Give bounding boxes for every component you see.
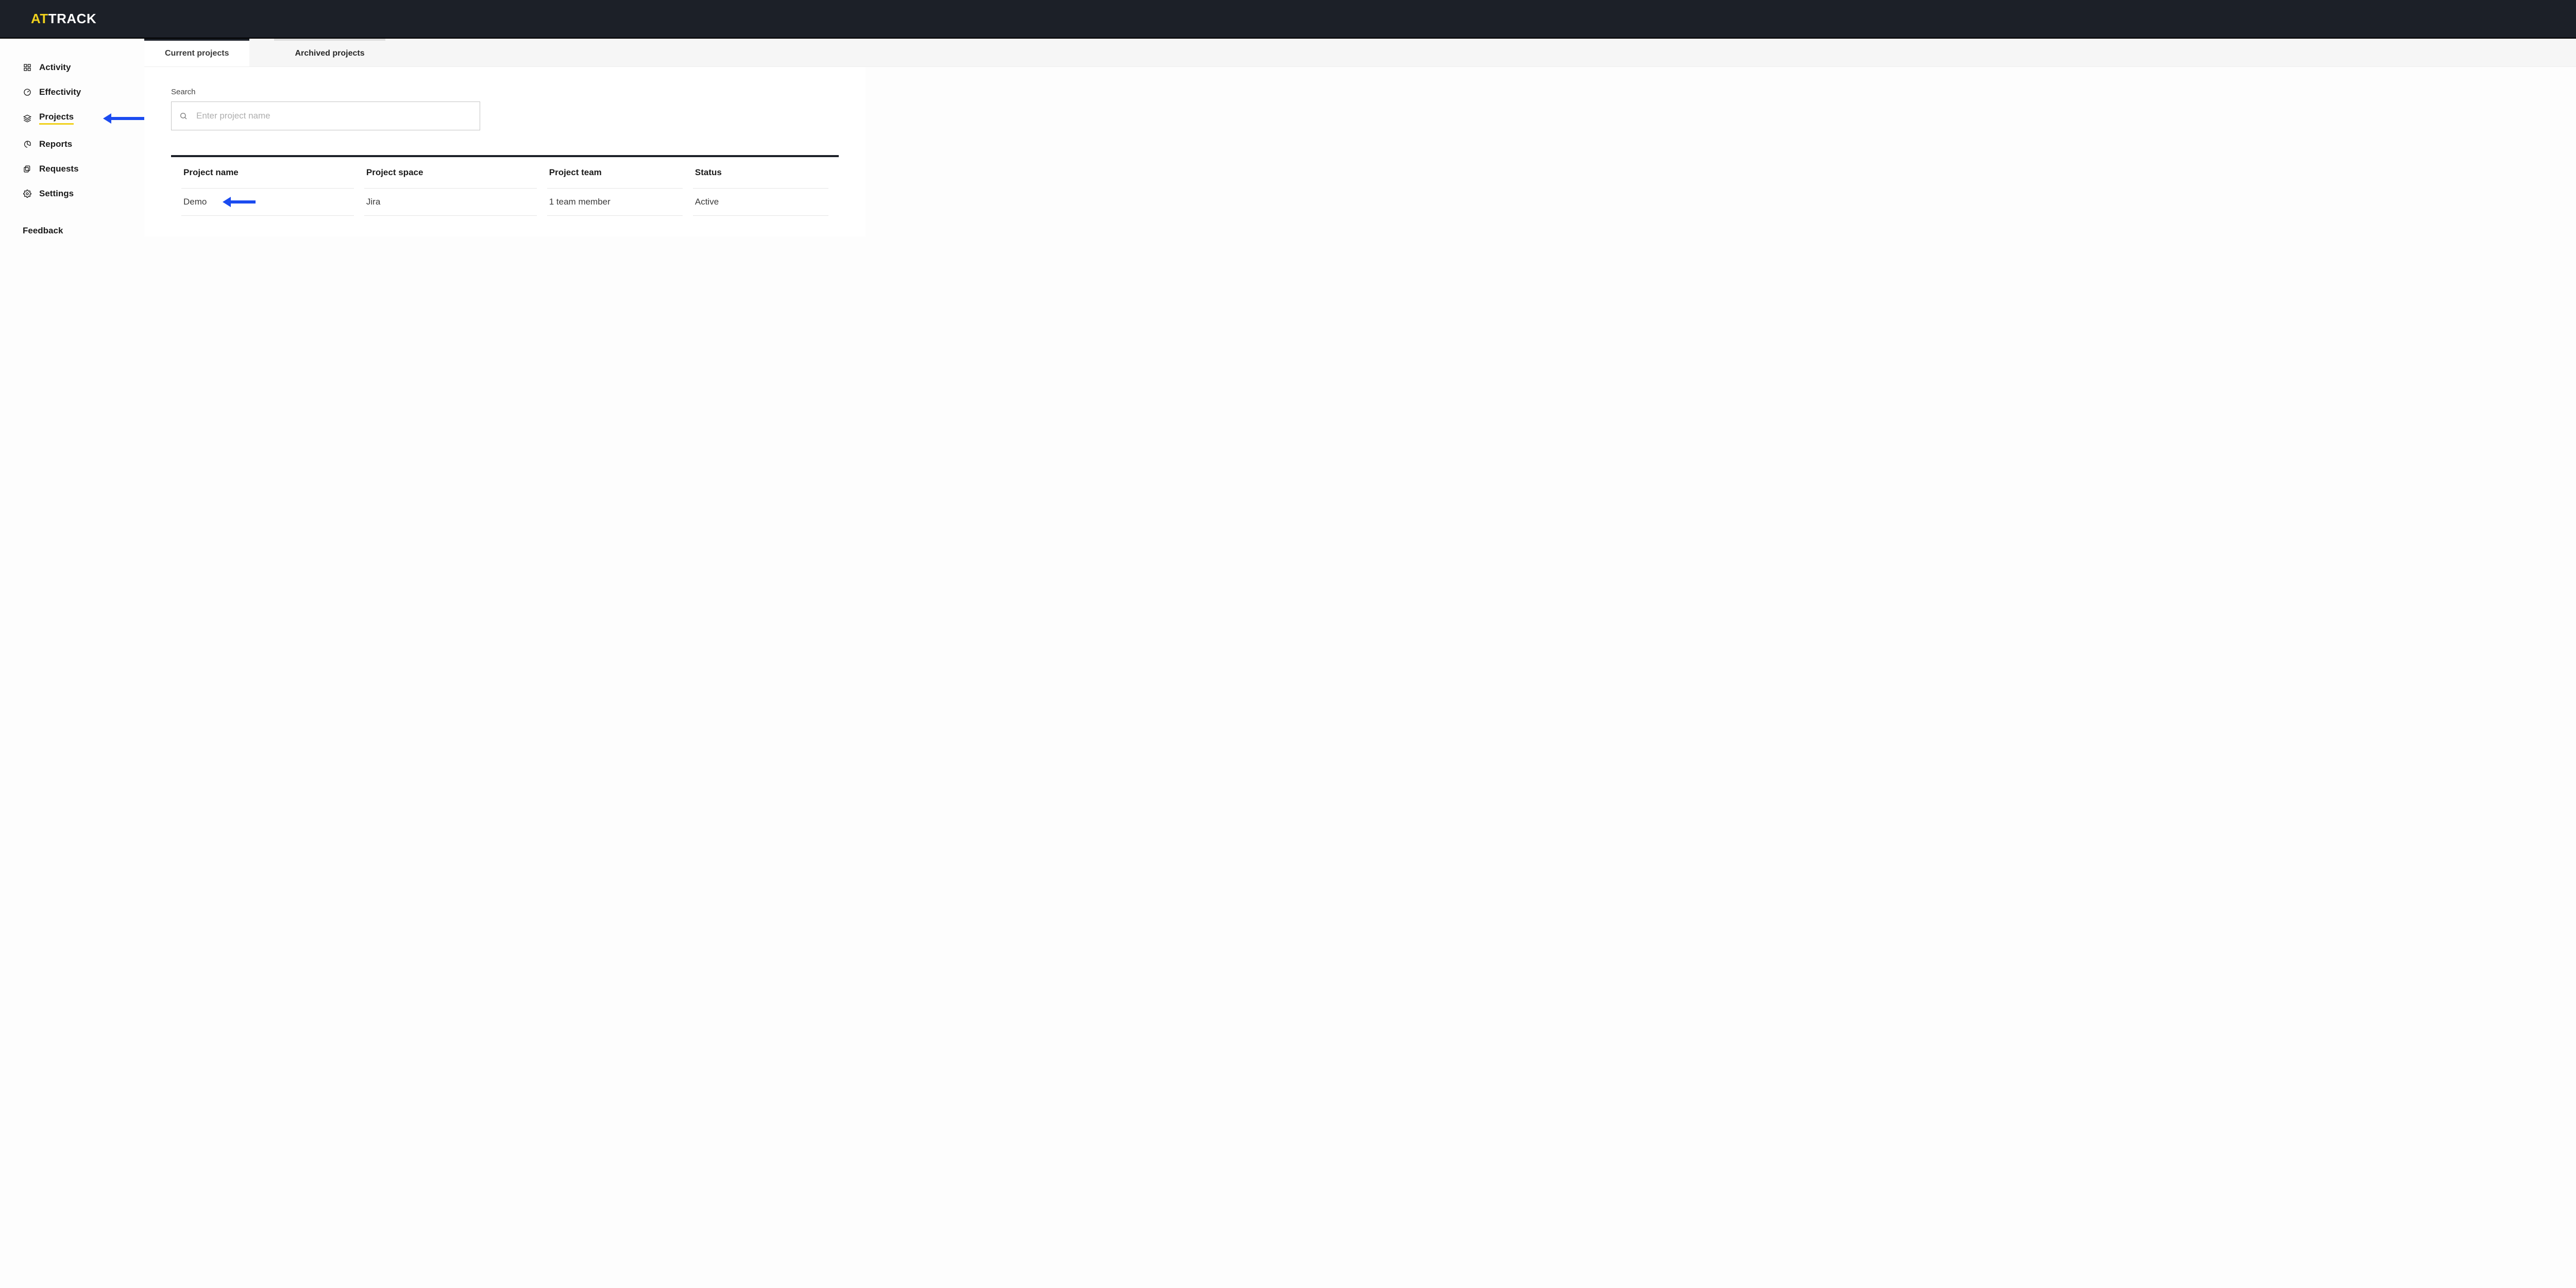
column-header-space: Project space	[364, 157, 537, 189]
annotation-arrow	[223, 197, 256, 207]
tab-current-projects[interactable]: Current projects	[144, 39, 249, 66]
project-status: Active	[693, 189, 828, 216]
logo-highlight: AT	[31, 11, 48, 26]
search-icon	[179, 112, 188, 120]
tab-label: Archived projects	[295, 49, 364, 58]
nav-label: Feedback	[23, 226, 63, 235]
main: Current projects Archived projects Searc…	[144, 39, 2576, 1288]
nav-label: Reports	[39, 139, 72, 149]
gauge-icon	[23, 88, 32, 97]
sidebar-item-settings[interactable]: Settings	[16, 181, 144, 206]
nav-label: Effectivity	[39, 87, 81, 97]
project-name: Demo	[183, 197, 207, 207]
tab-label: Current projects	[165, 49, 229, 58]
column-header-name: Project name	[181, 157, 354, 189]
gear-icon	[23, 189, 32, 198]
search-input[interactable]	[171, 101, 480, 130]
sidebar-item-reports[interactable]: Reports	[16, 132, 144, 157]
project-space: Jira	[364, 189, 537, 216]
request-icon	[23, 164, 32, 174]
column-header-team: Project team	[547, 157, 683, 189]
nav-label: Activity	[39, 62, 71, 73]
pie-chart-icon	[23, 140, 32, 149]
sidebar: Activity Effectivity Projects Reports	[0, 39, 144, 1288]
nav-label: Requests	[39, 164, 79, 174]
sidebar-item-requests[interactable]: Requests	[16, 157, 144, 181]
page-body: Activity Effectivity Projects Reports	[0, 39, 2576, 1288]
project-team: 1 team member	[547, 189, 683, 216]
projects-table: Project name Project space Project team …	[171, 155, 839, 216]
sidebar-item-feedback[interactable]: Feedback	[16, 218, 144, 243]
header: ATTRACK	[0, 0, 2576, 39]
sidebar-item-activity[interactable]: Activity	[16, 55, 144, 80]
tab-archived-projects[interactable]: Archived projects	[274, 39, 385, 66]
column-header-status: Status	[693, 157, 828, 189]
content: Search Project name Project space Projec…	[144, 67, 866, 236]
sidebar-item-effectivity[interactable]: Effectivity	[16, 80, 144, 105]
sidebar-item-projects[interactable]: Projects	[16, 105, 144, 132]
logo-text: TRACK	[48, 11, 97, 26]
nav-label: Projects	[39, 112, 74, 125]
layers-icon	[23, 114, 32, 123]
nav-label: Settings	[39, 189, 74, 199]
search-label: Search	[171, 88, 839, 96]
tabs: Current projects Archived projects	[144, 39, 2576, 67]
annotation-arrow	[103, 113, 144, 124]
logo: ATTRACK	[31, 11, 96, 27]
search-box	[171, 101, 480, 130]
grid-icon	[23, 63, 32, 72]
table-row[interactable]: Demo Jira 1 team member Active	[181, 189, 828, 216]
